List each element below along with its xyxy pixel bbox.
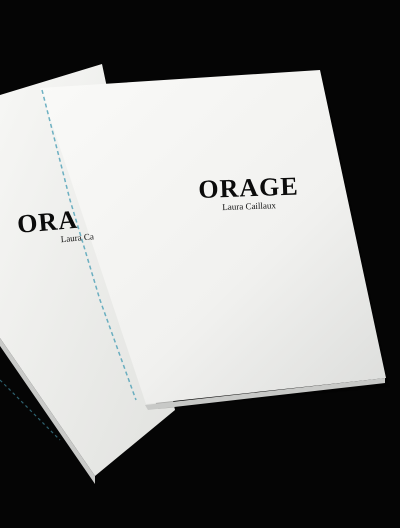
front-booklet-label: ORAGE Laura Caillaux: [168, 170, 329, 214]
photo-scene: ORA Laura Ca ORAGE Laura Caillaux: [0, 0, 400, 528]
booklets-photo: [0, 64, 390, 484]
